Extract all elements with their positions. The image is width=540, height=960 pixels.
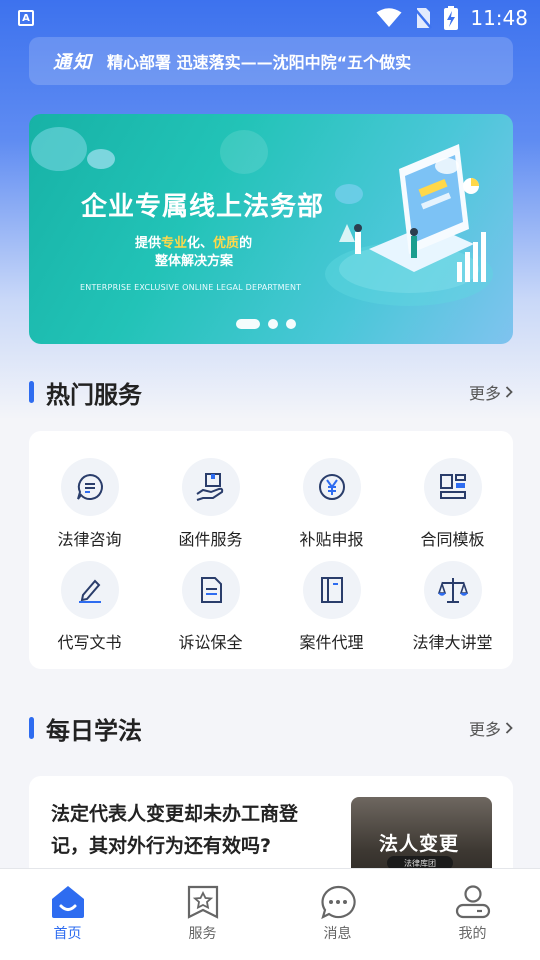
chat-document-icon	[76, 473, 103, 500]
app-notification-icon: A	[18, 10, 34, 26]
promo-banner[interactable]: 企业专属线上法务部 提供专业化、优质的 整体解决方案 ENTERPRISE EX…	[29, 114, 513, 344]
user-icon	[455, 885, 490, 919]
article-headline[interactable]: 法定代表人变更却未办工商登记，其对外行为还有效吗?	[51, 798, 331, 862]
banner-subtitle-line2: 整体解决方案	[155, 254, 234, 269]
service-icon-bg	[423, 458, 482, 516]
battery-charging-icon	[444, 6, 459, 30]
tab-services[interactable]: 服务	[135, 869, 270, 960]
service-icon-bg	[302, 458, 361, 516]
bottom-tab-bar: 首页 服务 消息 我的	[0, 868, 540, 960]
hand-box-icon	[195, 473, 223, 501]
section-accent-bar	[29, 717, 34, 739]
banner-english-caption: ENTERPRISE EXCLUSIVE ONLINE LEGAL DEPART…	[80, 283, 302, 292]
tab-mine[interactable]: 我的	[405, 869, 540, 960]
service-label: 代写文书	[57, 633, 122, 652]
wifi-icon	[376, 8, 402, 27]
banner-subtitle-line1: 提供专业化、优质的	[135, 236, 253, 251]
service-icon-bg	[302, 561, 361, 619]
service-subsidy[interactable]: 补贴申报	[271, 458, 392, 558]
chevron-right-icon	[505, 722, 513, 734]
no-sim-icon	[414, 8, 433, 29]
service-law-lecture[interactable]: 法律大讲堂	[392, 561, 513, 661]
star-bookmark-icon	[187, 885, 218, 919]
service-ghostwrite[interactable]: 代写文书	[29, 561, 150, 661]
pencil-icon	[78, 579, 101, 603]
home-icon	[51, 886, 84, 918]
book-icon	[320, 577, 343, 603]
service-label: 合同模板	[420, 530, 485, 549]
banner-pagination	[236, 319, 296, 329]
layout-template-icon	[439, 474, 466, 499]
message-icon	[320, 885, 356, 919]
tab-label: 消息	[323, 926, 352, 942]
service-litigation[interactable]: 诉讼保全	[150, 561, 271, 661]
hot-services-header: 热门服务 更多	[29, 376, 513, 409]
section-title: 热门服务	[46, 380, 142, 409]
notice-text[interactable]: 精心部署 迅速落实——沈阳中院“五个做实	[107, 49, 411, 73]
service-label: 补贴申报	[299, 530, 364, 549]
section-accent-bar	[29, 381, 34, 403]
daily-law-header: 每日学法 更多	[29, 712, 513, 745]
banner-dot-3[interactable]	[286, 319, 296, 329]
notice-tag: 通知	[53, 52, 93, 73]
banner-dot-2[interactable]	[268, 319, 278, 329]
service-letter[interactable]: 函件服务	[150, 458, 271, 558]
hot-services-card: 法律咨询 函件服务 补贴申报 合同模板 代写文书 诉讼保全 案件代理 法律大讲堂	[29, 431, 513, 669]
banner-title: 企业专属线上法务部	[81, 192, 325, 222]
service-icon-bg	[181, 561, 240, 619]
service-label: 法律大讲堂	[412, 633, 493, 652]
banner-illustration	[31, 127, 493, 306]
tab-label: 我的	[458, 926, 487, 942]
notice-bar[interactable]: 通知 精心部署 迅速落实——沈阳中院“五个做实	[29, 37, 513, 85]
service-legal-consult[interactable]: 法律咨询	[29, 458, 150, 558]
file-icon	[200, 577, 222, 603]
service-icon-bg	[60, 561, 119, 619]
yen-icon	[318, 474, 345, 500]
service-case-agency[interactable]: 案件代理	[271, 561, 392, 661]
tab-messages[interactable]: 消息	[270, 869, 405, 960]
banner-dot-1[interactable]	[236, 319, 260, 329]
chevron-right-icon	[505, 386, 513, 398]
tab-label: 服务	[188, 926, 217, 942]
service-contract-template[interactable]: 合同模板	[392, 458, 513, 558]
section-title: 每日学法	[46, 716, 142, 745]
scales-icon	[437, 578, 468, 603]
service-label: 法律咨询	[57, 530, 122, 549]
service-icon-bg	[60, 458, 119, 516]
service-icon-bg	[423, 561, 482, 619]
tab-home[interactable]: 首页	[0, 869, 135, 960]
more-label: 更多	[468, 384, 501, 403]
clock: 11:48	[470, 6, 528, 30]
hot-services-more-link[interactable]: 更多	[469, 380, 513, 404]
service-label: 案件代理	[299, 633, 364, 652]
tab-label: 首页	[53, 926, 82, 942]
status-bar: A 11:48	[0, 0, 540, 36]
service-icon-bg	[181, 458, 240, 516]
thumbnail-title: 法人变更	[379, 833, 460, 855]
service-label: 诉讼保全	[178, 633, 243, 652]
service-label: 函件服务	[178, 530, 243, 549]
daily-law-more-link[interactable]: 更多	[469, 716, 513, 740]
more-label: 更多	[468, 720, 501, 739]
